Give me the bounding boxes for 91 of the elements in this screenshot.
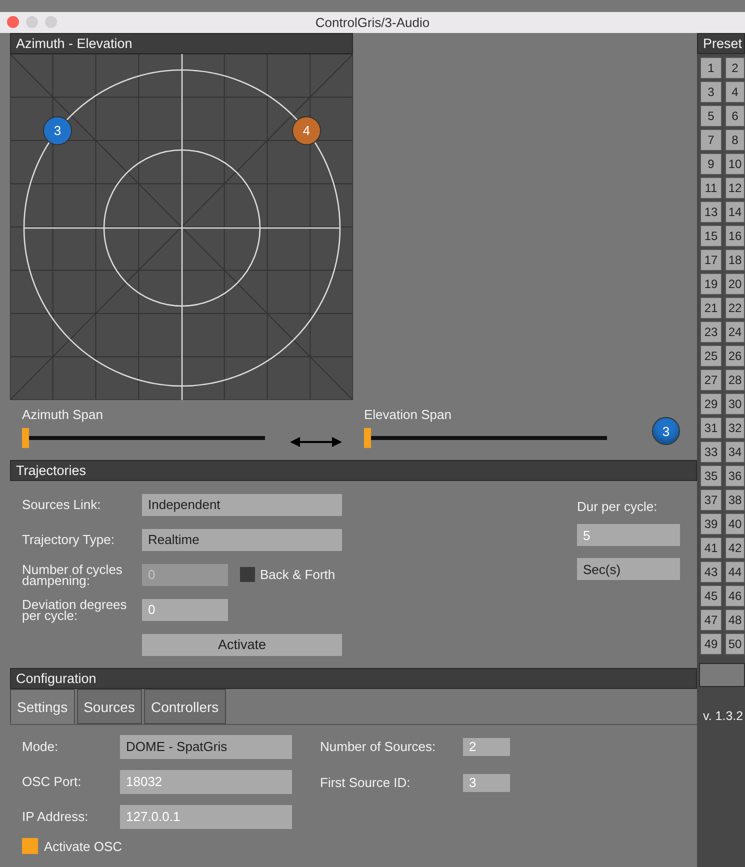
trajectory-type-dropdown[interactable]: Realtime	[142, 528, 342, 550]
preset-button[interactable]: 43	[700, 561, 722, 583]
preset-button[interactable]: 23	[700, 321, 722, 343]
preset-button[interactable]: 38	[725, 489, 745, 511]
field-label: Deviation degrees per cycle:	[22, 598, 128, 620]
slider-thumb[interactable]	[22, 428, 29, 448]
field-label: Number of cycles dampening:	[22, 564, 124, 586]
close-button[interactable]	[7, 16, 19, 28]
field-label: Mode:	[22, 741, 60, 752]
section-header: Configuration	[10, 668, 697, 689]
preset-button[interactable]: 37	[700, 489, 722, 511]
preset-button[interactable]: 47	[700, 609, 722, 631]
preset-button[interactable]: 5	[700, 105, 722, 127]
minimize-button[interactable]	[26, 16, 38, 28]
preset-button[interactable]: 12	[725, 177, 745, 199]
preset-button[interactable]: 4	[725, 81, 745, 103]
preset-button[interactable]: 20	[725, 273, 745, 295]
panel-header: Azimuth - Elevation	[10, 33, 353, 54]
field-label: Sources Link:	[22, 499, 102, 510]
preset-button[interactable]: 8	[725, 129, 745, 151]
preset-button[interactable]: 27	[700, 369, 722, 391]
preset-button[interactable]: 50	[725, 633, 745, 655]
preset-button[interactable]: 24	[725, 321, 745, 343]
tab[interactable]: Settings	[10, 689, 75, 724]
preset-button[interactable]: 11	[700, 177, 722, 199]
preset-button[interactable]: 29	[700, 393, 722, 415]
checkbox-label: Activate OSC	[44, 838, 122, 854]
preset-button[interactable]: 13	[700, 201, 722, 223]
preset-button[interactable]: 34	[725, 441, 745, 463]
preset-button[interactable]: 36	[725, 465, 745, 487]
preset-button[interactable]: 41	[700, 537, 722, 559]
preset-button[interactable]: 42	[725, 537, 745, 559]
preset-button[interactable]: 3	[700, 81, 722, 103]
checkbox[interactable]	[240, 567, 255, 582]
version-label: v. 1.3.2	[703, 709, 744, 723]
source-marker[interactable]: 3	[652, 417, 680, 445]
checkbox[interactable]	[22, 838, 38, 854]
field-label: IP Address:	[22, 811, 90, 822]
preset-button[interactable]: 33	[700, 441, 722, 463]
tab[interactable]: Controllers	[144, 689, 226, 724]
activate-button[interactable]: Activate	[142, 634, 342, 656]
preset-button[interactable]: 25	[700, 345, 722, 367]
source-marker[interactable]: 3	[43, 116, 72, 146]
preset-button[interactable]: 40	[725, 513, 745, 535]
preset-button[interactable]: 31	[700, 417, 722, 439]
field-label: Trajectory Type:	[22, 534, 116, 545]
checkbox-label: Back & Forth	[260, 567, 336, 582]
source-marker[interactable]: 4	[292, 116, 321, 146]
preset-button[interactable]: 17	[700, 249, 722, 271]
preset-button[interactable]: 26	[725, 345, 745, 367]
preset-button[interactable]: 19	[700, 273, 722, 295]
zoom-button[interactable]	[45, 16, 57, 28]
preset-button[interactable]: 14	[725, 201, 745, 223]
preset-button[interactable]: 46	[725, 585, 745, 607]
preset-button[interactable]: 44	[725, 561, 745, 583]
preset-button[interactable]: 2	[725, 57, 745, 79]
preset-button[interactable]: 28	[725, 369, 745, 391]
sources-link-dropdown[interactable]: Independent	[142, 494, 342, 516]
preset-button[interactable]: 39	[700, 513, 722, 535]
preset-button[interactable]: 9	[700, 153, 722, 175]
span-label: Elevation Span	[364, 407, 452, 422]
preset-field[interactable]	[699, 663, 745, 687]
field-label: First Source ID:	[320, 777, 412, 788]
preset-button[interactable]: 49	[700, 633, 722, 655]
unit-dropdown[interactable]: Sec(s)	[577, 558, 680, 580]
span-label: Azimuth Span	[22, 407, 103, 422]
preset-button[interactable]: 22	[725, 297, 745, 319]
preset-button[interactable]: 15	[700, 225, 722, 247]
section-header: Trajectories	[10, 460, 697, 481]
window-title: ControlGris/3-Audio	[315, 15, 430, 30]
field-label: Dur per cycle:	[577, 499, 658, 514]
field-label: Number of Sources:	[320, 741, 437, 752]
preset-button[interactable]: 21	[700, 297, 722, 319]
double-arrow-icon[interactable]	[290, 436, 342, 448]
preset-button[interactable]: 35	[700, 465, 722, 487]
preset-button[interactable]: 18	[725, 249, 745, 271]
preset-button[interactable]: 30	[725, 393, 745, 415]
preset-button[interactable]: 7	[700, 129, 722, 151]
preset-button[interactable]: 16	[725, 225, 745, 247]
preset-button[interactable]: 10	[725, 153, 745, 175]
panel-header: Preset	[697, 33, 745, 54]
preset-button[interactable]: 6	[725, 105, 745, 127]
mode-dropdown[interactable]: DOME - SpatGris	[120, 734, 292, 758]
preset-button[interactable]: 45	[700, 585, 722, 607]
preset-button[interactable]: 1	[700, 57, 722, 79]
field-label: OSC Port:	[22, 776, 82, 787]
tab[interactable]: Sources	[76, 689, 142, 724]
preset-button[interactable]: 32	[725, 417, 745, 439]
preset-button[interactable]: 48	[725, 609, 745, 631]
slider-thumb[interactable]	[364, 428, 371, 448]
azimuth-elevation-field[interactable]: 3 4	[10, 54, 353, 400]
